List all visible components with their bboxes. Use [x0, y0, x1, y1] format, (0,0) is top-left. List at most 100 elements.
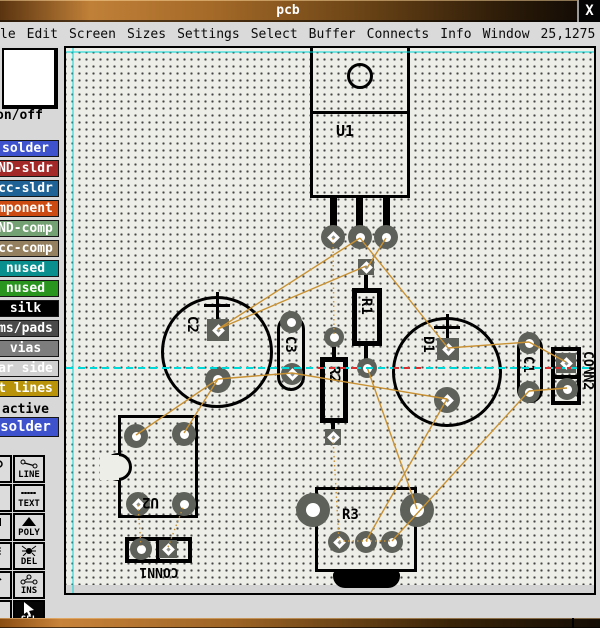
rect-icon	[0, 516, 3, 527]
onoff-label: on/off	[0, 108, 43, 123]
layer-button-vcc-sldr[interactable]: cc-sldr	[0, 180, 59, 197]
pin-u1-2[interactable]	[348, 225, 372, 249]
component-label-c3: C3	[282, 336, 298, 353]
pin-r1-2[interactable]	[357, 358, 377, 378]
pcb-canvas[interactable]: U1 R1 R2 C2 C3	[64, 46, 596, 595]
tool-label: TEXT	[18, 499, 40, 509]
tool-delete-button[interactable]: DEL	[13, 542, 45, 570]
pin-r3-right[interactable]	[400, 493, 434, 527]
tool-arc-button[interactable]: C	[0, 484, 12, 512]
layer-button-unused-1[interactable]: nused	[0, 260, 59, 277]
component-r3-outline[interactable]	[315, 487, 417, 572]
menu-file[interactable]: le	[0, 27, 16, 42]
rotate-icon	[0, 574, 3, 585]
pin-r3-left[interactable]	[296, 493, 330, 527]
pin-conn1-1[interactable]	[130, 538, 152, 560]
tool-rot-button[interactable]: T	[0, 571, 12, 599]
layer-button-rat-lines[interactable]: t lines	[0, 380, 59, 397]
menu-edit[interactable]: Edit	[27, 27, 58, 42]
component-label-r3: R3	[342, 507, 359, 523]
tool-via-button[interactable]: A	[0, 455, 12, 483]
bottom-bar-divider	[572, 618, 574, 628]
pcb-application-window: pcb X le Edit Screen Sizes Settings Sele…	[0, 0, 600, 628]
menu-buffer[interactable]: Buffer	[309, 27, 356, 42]
menu-select[interactable]: Select	[251, 27, 298, 42]
pin-u2-4[interactable]	[172, 492, 196, 516]
sidebar: on/off solder ND-sldr cc-sldr mponent ND…	[0, 46, 62, 618]
tool-text-button[interactable]: TEXT	[13, 484, 45, 512]
arc-icon	[0, 487, 3, 498]
component-u1-outline[interactable]	[310, 46, 410, 198]
c2-plus-mark	[216, 292, 219, 319]
tool-line-button[interactable]: LINE	[13, 455, 45, 483]
layer-button-solder[interactable]: solder	[0, 140, 59, 157]
window-title: pcb	[0, 3, 576, 18]
pin-d1-pos[interactable]	[437, 338, 459, 360]
component-r1-outline[interactable]	[352, 288, 382, 346]
pin-c2-neg[interactable]	[205, 367, 231, 393]
tool-poly-button[interactable]: POLY	[13, 513, 45, 541]
pin-conn2-1[interactable]	[556, 353, 576, 373]
menu-settings[interactable]: Settings	[177, 27, 240, 42]
pin-c3-1[interactable]	[280, 311, 302, 333]
pin-c3-2[interactable]	[281, 363, 303, 385]
u1-leg	[356, 197, 363, 228]
u2-notch-mask	[100, 455, 119, 480]
pin-u1-1[interactable]	[321, 225, 345, 249]
u1-mounting-hole	[347, 63, 373, 89]
pin-c1-2[interactable]	[518, 381, 540, 403]
component-label-u2: U2	[142, 494, 159, 510]
tool-insert-button[interactable]: INS	[13, 571, 45, 599]
buffer-icon	[0, 545, 3, 556]
pin-r2-1[interactable]	[324, 327, 344, 347]
layer-button-unused-2[interactable]: nused	[0, 280, 59, 297]
pin-r3-1[interactable]	[328, 531, 350, 553]
pin-conn1-2[interactable]	[159, 540, 177, 558]
pin-u2-2[interactable]	[172, 422, 196, 446]
layer-button-pins-pads[interactable]: ms/pads	[0, 320, 59, 337]
menu-bar: le Edit Screen Sizes Settings Select Buf…	[0, 22, 600, 46]
active-layer-indicator[interactable]: solder	[0, 417, 59, 437]
component-label-r1: R1	[358, 298, 374, 315]
close-button[interactable]: X	[577, 0, 600, 22]
text-icon	[20, 487, 38, 498]
pin-d1-neg[interactable]	[434, 387, 460, 413]
menu-connects[interactable]: Connects	[367, 27, 430, 42]
bottom-window-bar[interactable]	[0, 618, 600, 628]
pin-c2-pos[interactable]	[207, 319, 229, 341]
pin-r3-2[interactable]	[355, 531, 377, 553]
menu-sizes[interactable]: Sizes	[127, 27, 166, 42]
layer-button-silk[interactable]: silk	[0, 300, 59, 317]
layer-button-vcc-comp[interactable]: cc-comp	[0, 240, 59, 257]
u1-leg	[383, 197, 390, 228]
pin-r3-3[interactable]	[381, 531, 403, 553]
via-icon	[0, 458, 3, 469]
active-layer-label: active	[2, 402, 49, 417]
pin-u1-3[interactable]	[374, 225, 398, 249]
d1-plus-mark	[446, 314, 449, 341]
menu-info[interactable]: Info	[440, 27, 471, 42]
component-label-d1: D1	[420, 336, 436, 353]
board-preview-thumbnail[interactable]	[2, 48, 58, 109]
layer-button-gnd-comp[interactable]: ND-comp	[0, 220, 59, 237]
pin-u2-1[interactable]	[124, 424, 148, 448]
layer-button-far-side[interactable]: ar side	[0, 360, 59, 377]
tool-rect-button[interactable]: T	[0, 513, 12, 541]
tool-select-button-active[interactable]: SEL	[13, 600, 45, 618]
pin-conn2-2[interactable]	[556, 378, 578, 400]
pin-r2-2[interactable]	[325, 429, 341, 445]
polygon-icon	[20, 516, 38, 527]
title-bar[interactable]: pcb X	[0, 0, 600, 22]
tool-thrm-button[interactable]	[0, 600, 12, 618]
tool-buf-button[interactable]: F	[0, 542, 12, 570]
menu-screen[interactable]: Screen	[69, 27, 116, 42]
component-label-c2: C2	[184, 316, 200, 333]
bug-icon	[20, 545, 38, 556]
layer-button-vias[interactable]: vias	[0, 340, 59, 357]
pin-c1-1[interactable]	[518, 332, 540, 354]
layer-button-component[interactable]: mponent	[0, 200, 59, 217]
pin-r1-1[interactable]	[358, 259, 374, 275]
component-label-conn2: CONN2	[580, 351, 595, 390]
layer-button-gnd-sldr[interactable]: ND-sldr	[0, 160, 59, 177]
menu-window[interactable]: Window	[483, 27, 530, 42]
